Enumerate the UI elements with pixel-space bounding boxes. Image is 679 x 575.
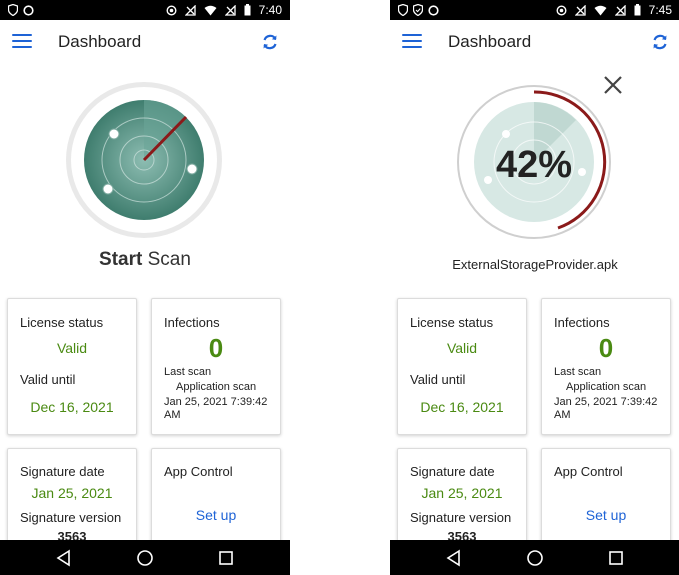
valid-until-label: Valid until xyxy=(410,372,466,387)
home-icon[interactable] xyxy=(526,549,544,567)
license-status-label: License status xyxy=(20,315,104,330)
shield-icon xyxy=(8,4,18,16)
infections-count: 0 xyxy=(208,333,224,363)
last-scan-time: Jan 25, 2021 7:39:42 xyxy=(554,396,658,408)
set-up-link[interactable]: Set up xyxy=(152,507,280,523)
signal-off-icon xyxy=(184,4,196,16)
data-saver-icon xyxy=(556,4,567,16)
infections-card: Infections 0 Last scan Application scan … xyxy=(541,298,671,435)
infections-count: 0 xyxy=(598,333,614,363)
scan-progress-percent: 42% xyxy=(496,144,572,186)
start-scan-button[interactable] xyxy=(64,80,224,240)
data-saver-icon xyxy=(166,4,177,16)
last-scan-label: Last scan xyxy=(164,366,212,378)
wifi-icon xyxy=(204,5,217,15)
scan-progress-dial: 42% xyxy=(457,85,611,239)
valid-until-value: Dec 16, 2021 xyxy=(30,399,114,415)
license-status-value: Valid xyxy=(446,340,478,356)
infections-label: Infections xyxy=(164,315,220,330)
status-time: 7:45 xyxy=(648,3,672,17)
no-sim-icon xyxy=(614,4,626,16)
app-bar: Dashboard xyxy=(0,20,290,66)
menu-button[interactable] xyxy=(12,34,32,52)
recents-icon[interactable] xyxy=(607,549,625,567)
page-title: Dashboard xyxy=(58,32,142,51)
refresh-icon[interactable] xyxy=(650,32,670,52)
app-control-label: App Control xyxy=(164,464,233,479)
last-scan-label: Last scan xyxy=(554,366,602,378)
license-status-label: License status xyxy=(410,315,494,330)
battery-icon xyxy=(244,4,251,16)
license-card: License status Valid Valid until Dec 16,… xyxy=(397,298,527,435)
app-control-card: App Control Set up xyxy=(151,448,281,548)
sync-circle-icon xyxy=(428,4,439,16)
signature-date-label: Signature date xyxy=(410,464,495,479)
valid-until-label: Valid until xyxy=(20,372,76,387)
app-bar: Dashboard xyxy=(390,20,679,66)
last-scan-type: Application scan xyxy=(176,381,257,393)
status-bar: 7:45 xyxy=(390,0,679,20)
signature-version-label: Signature version xyxy=(20,510,122,525)
last-scan-type: Application scan xyxy=(566,381,647,393)
system-nav-bar xyxy=(390,540,679,575)
scanning-file-name: ExternalStorageProvider.apk xyxy=(452,257,618,272)
status-bar: 7:40 xyxy=(0,0,290,20)
refresh-icon[interactable] xyxy=(260,32,280,52)
home-icon[interactable] xyxy=(136,549,154,567)
last-scan-time: Jan 25, 2021 7:39:42 xyxy=(164,396,268,408)
signature-date-value: Jan 25, 2021 xyxy=(31,485,113,501)
signature-card: Signature date Jan 25, 2021 Signature ve… xyxy=(397,448,527,548)
back-icon[interactable] xyxy=(55,549,73,567)
start-scan-label[interactable]: Start Scan xyxy=(0,249,290,271)
infections-card: Infections 0 Last scan Application scan … xyxy=(151,298,281,435)
phone-screen-scanning: 7:45 Dashboard 42% ExternalStorageProvid… xyxy=(390,0,679,575)
set-up-link[interactable]: Set up xyxy=(542,507,670,523)
license-status-value: Valid xyxy=(56,340,88,356)
shield-check-icon xyxy=(413,4,423,16)
phone-screen-start-scan: 7:40 Dashboard Start Scan License status… xyxy=(0,0,290,575)
recents-icon[interactable] xyxy=(217,549,235,567)
app-control-label: App Control xyxy=(554,464,623,479)
signature-date-value: Jan 25, 2021 xyxy=(421,485,503,501)
status-time: 7:40 xyxy=(258,3,282,17)
last-scan-time-ampm: AM xyxy=(164,409,181,421)
infections-label: Infections xyxy=(554,315,610,330)
menu-button[interactable] xyxy=(402,34,422,52)
battery-icon xyxy=(634,4,641,16)
wifi-icon xyxy=(594,5,607,15)
signature-date-label: Signature date xyxy=(20,464,105,479)
last-scan-time-ampm: AM xyxy=(554,409,571,421)
page-title: Dashboard xyxy=(448,32,532,51)
signature-version-label: Signature version xyxy=(410,510,512,525)
app-control-card: App Control Set up xyxy=(541,448,671,548)
sync-circle-icon xyxy=(23,4,34,16)
back-icon[interactable] xyxy=(445,549,463,567)
no-sim-icon xyxy=(224,4,236,16)
license-card: License status Valid Valid until Dec 16,… xyxy=(7,298,137,435)
system-nav-bar xyxy=(0,540,290,575)
valid-until-value: Dec 16, 2021 xyxy=(420,399,504,415)
shield-icon xyxy=(398,4,408,16)
signal-off-icon xyxy=(574,4,586,16)
signature-card: Signature date Jan 25, 2021 Signature ve… xyxy=(7,448,137,548)
